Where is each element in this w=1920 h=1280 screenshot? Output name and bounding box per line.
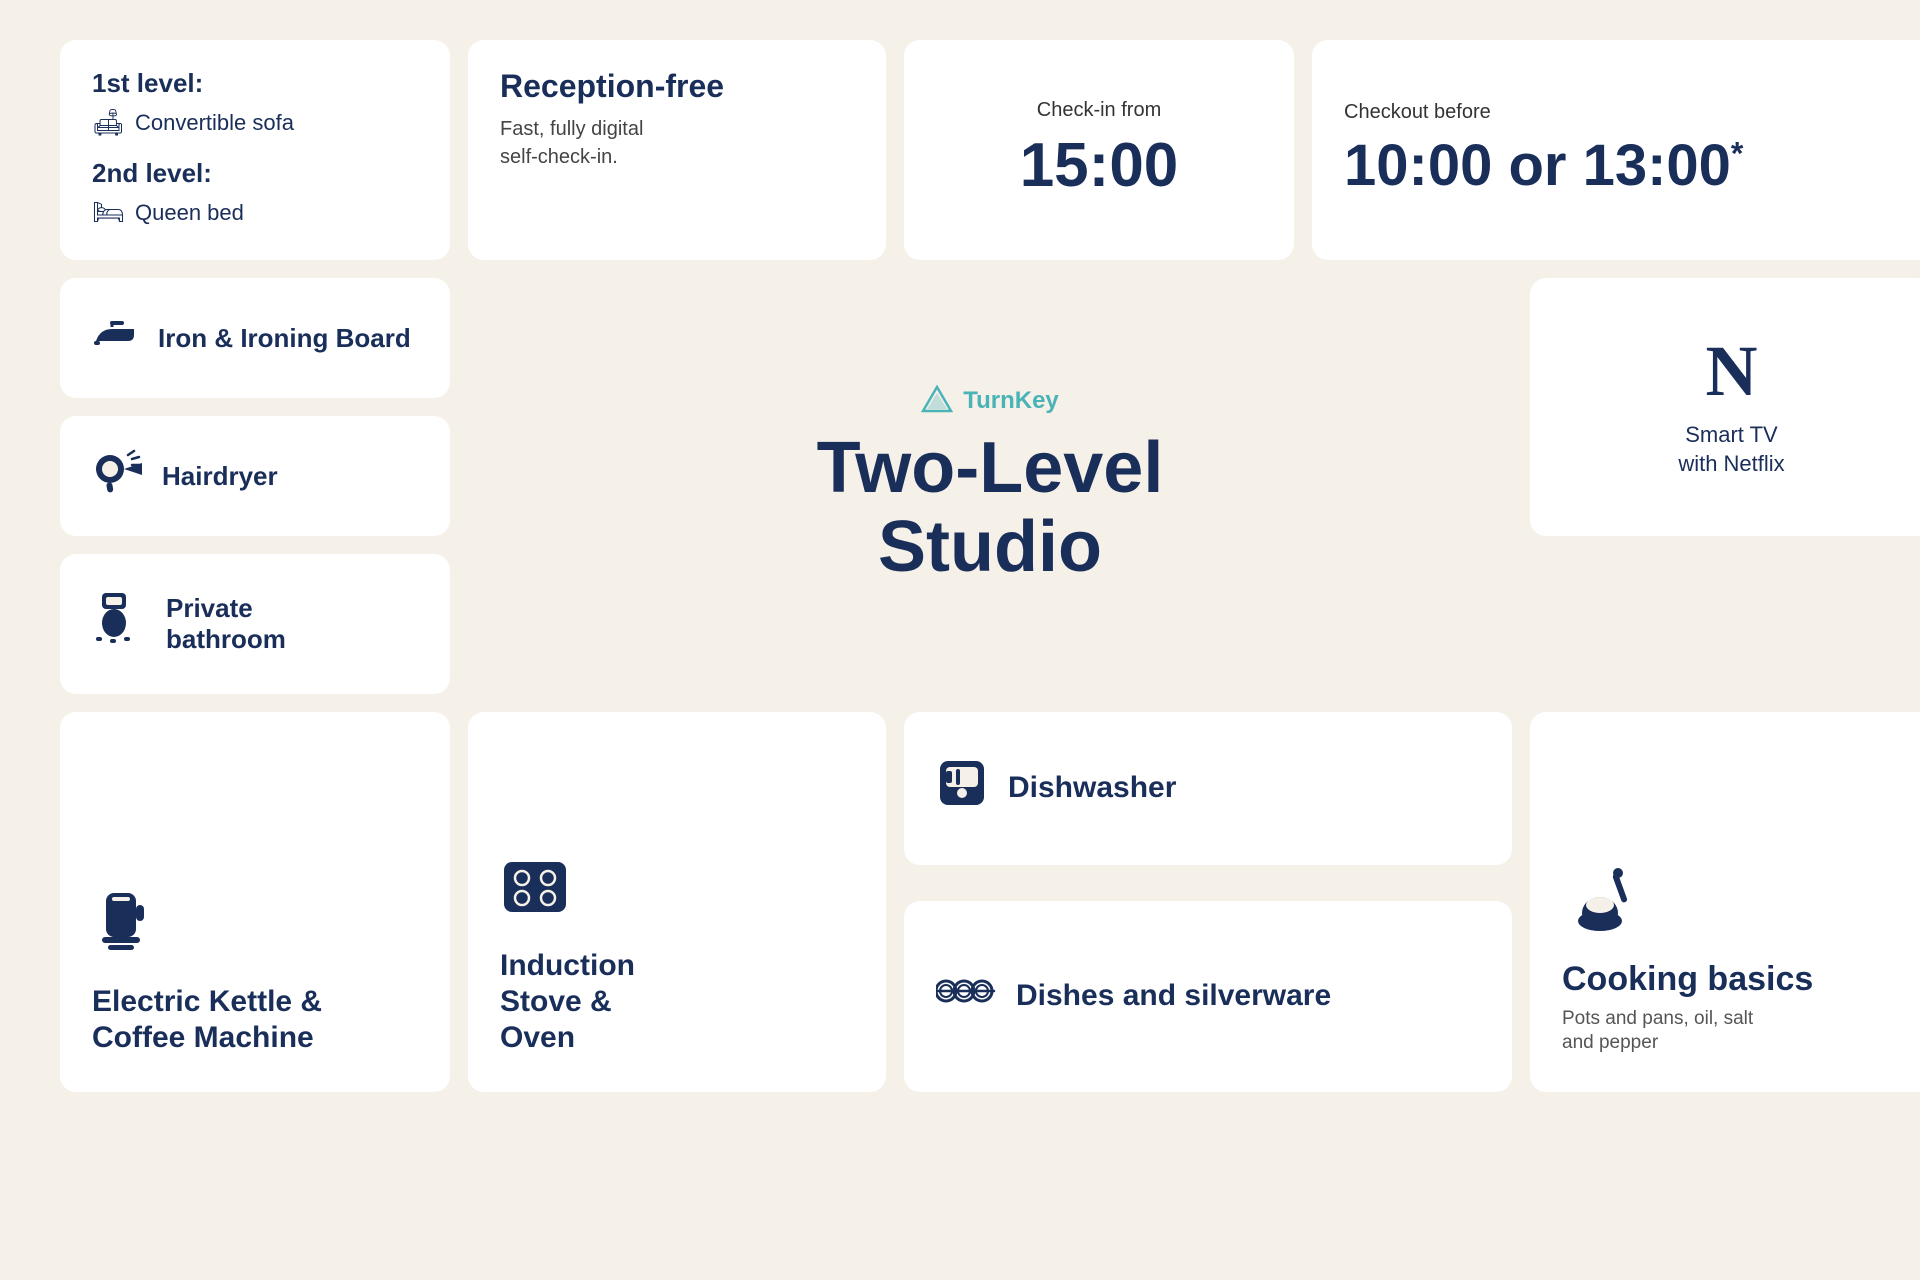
bed-label-1: Convertible sofa bbox=[135, 110, 294, 136]
center-logo-area: TurnKey Two-Level Studio bbox=[468, 278, 1512, 694]
card-dishwasher: Dishwasher bbox=[904, 712, 1512, 865]
dishwasher-icon bbox=[936, 757, 988, 820]
cooking-sublabel: Pots and pans, oil, saltand pepper bbox=[1562, 1007, 1920, 1056]
dishwasher-label: Dishwasher bbox=[1008, 771, 1176, 805]
netflix-n: N bbox=[1706, 335, 1758, 407]
bathroom-icon bbox=[92, 589, 148, 659]
card-bathroom: Privatebathroom bbox=[60, 554, 450, 694]
card-silverware: Dishes and silverware bbox=[904, 901, 1512, 1092]
reception-subtitle: Fast, fully digitalself-check-in. bbox=[500, 115, 854, 171]
card-induction: InductionStove &Oven bbox=[468, 712, 886, 1092]
card-checkout: Checkout before 10:00 or 13:00* bbox=[1312, 40, 1920, 260]
card-smarttv: N Smart TVwith Netflix bbox=[1530, 278, 1920, 536]
sofa-icon: 🛋 bbox=[92, 107, 125, 138]
card-dishwasher-area: Dishwasher Dishes and silverware bbox=[904, 712, 1512, 1092]
main-title: Two-Level Studio bbox=[817, 429, 1164, 587]
card-hairdryer: Hairdryer bbox=[60, 416, 450, 536]
smarttv-label: Smart TVwith Netflix bbox=[1678, 421, 1784, 478]
induction-icon bbox=[500, 854, 854, 932]
checkout-label: Checkout before bbox=[1344, 101, 1491, 124]
checkin-label: Check-in from bbox=[1037, 99, 1161, 122]
turnkey-logo-icon bbox=[921, 385, 953, 417]
bathroom-label: Privatebathroom bbox=[166, 593, 286, 655]
card-reception: Reception-free Fast, fully digitalself-c… bbox=[468, 40, 886, 260]
silverware-label: Dishes and silverware bbox=[1016, 979, 1331, 1013]
checkout-time: 10:00 or 13:00* bbox=[1344, 132, 1743, 199]
hairdryer-icon bbox=[92, 449, 144, 503]
card-checkin: Check-in from 15:00 bbox=[904, 40, 1294, 260]
iron-label: Iron & Ironing Board bbox=[158, 323, 411, 354]
hairdryer-label: Hairdryer bbox=[162, 461, 278, 492]
card-iron: Iron & Ironing Board bbox=[60, 278, 450, 398]
kettle-label: Electric Kettle &Coffee Machine bbox=[92, 984, 418, 1056]
reception-title: Reception-free bbox=[500, 68, 854, 105]
iron-icon bbox=[92, 313, 140, 363]
cooking-label: Cooking basics bbox=[1562, 960, 1920, 999]
page-container: 1st level: 🛋 Convertible sofa 2nd level:… bbox=[60, 40, 1860, 1240]
logo-row: TurnKey bbox=[921, 385, 1059, 417]
induction-label: InductionStove &Oven bbox=[500, 948, 854, 1056]
bed-label-2: Queen bed bbox=[135, 200, 244, 226]
level1-title: 1st level: bbox=[92, 68, 418, 99]
silverware-icon bbox=[936, 965, 996, 1028]
level2-title: 2nd level: bbox=[92, 158, 418, 189]
logo-text: TurnKey bbox=[963, 387, 1059, 415]
kettle-icon bbox=[92, 885, 418, 968]
card-kettle: Electric Kettle &Coffee Machine bbox=[60, 712, 450, 1092]
checkin-time: 15:00 bbox=[1020, 130, 1179, 201]
cooking-icon bbox=[1562, 865, 1920, 948]
bed-item-1: 🛋 Convertible sofa bbox=[92, 107, 418, 138]
card-cooking: Cooking basics Pots and pans, oil, salta… bbox=[1530, 712, 1920, 1092]
bed-item-2: 🛏 Queen bed bbox=[92, 197, 418, 228]
bed-icon: 🛏 bbox=[92, 197, 125, 228]
card-beds: 1st level: 🛋 Convertible sofa 2nd level:… bbox=[60, 40, 450, 260]
